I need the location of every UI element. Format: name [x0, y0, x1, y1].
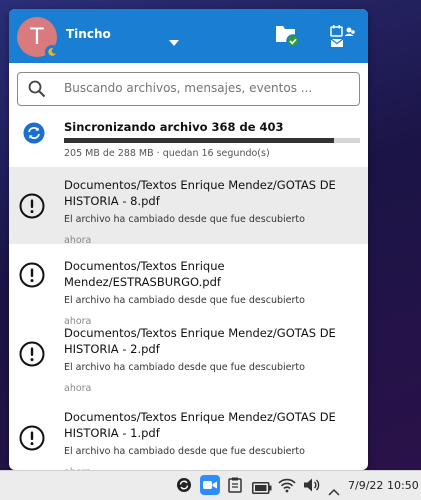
- username[interactable]: Tincho: [66, 27, 111, 41]
- calendar-mail-contacts-icon: [330, 25, 355, 47]
- activity-message: El archivo ha cambiado desde que fue des…: [64, 295, 305, 306]
- activity-message: El archivo ha cambiado desde que fue des…: [64, 362, 305, 373]
- chevron-up-icon[interactable]: [328, 481, 340, 500]
- avatar-letter: T: [30, 24, 44, 50]
- away-status-icon: [45, 45, 59, 59]
- apps-menu-button[interactable]: [330, 25, 356, 53]
- sync-progress-bar: [64, 138, 360, 143]
- activity-item[interactable]: Documentos/Textos Enrique Mendez/GOTAS D…: [9, 399, 368, 470]
- search-box[interactable]: [17, 72, 360, 106]
- nextcloud-popup: T Tincho Buscando archivos, mensajes, ev…: [9, 9, 368, 470]
- taskbar-date[interactable]: 7/9/22: [348, 479, 383, 492]
- taskbar: 7/9/22 10:50: [0, 470, 421, 500]
- sync-icon: [23, 122, 45, 148]
- warning-icon: [19, 262, 45, 292]
- search-input[interactable]: [64, 81, 344, 95]
- warning-icon: [19, 425, 45, 455]
- sync-title: Sincronizando archivo 368 de 403: [64, 120, 284, 134]
- battery-icon[interactable]: [252, 479, 272, 498]
- header-bar: T Tincho: [9, 9, 368, 63]
- warning-icon: [19, 341, 45, 371]
- taskbar-time[interactable]: 10:50: [387, 479, 419, 492]
- activity-message: El archivo ha cambiado desde que fue des…: [64, 214, 305, 225]
- open-folder-button[interactable]: [274, 23, 300, 51]
- chevron-down-icon[interactable]: [169, 31, 179, 50]
- warning-icon: [19, 193, 45, 223]
- clipboard-icon[interactable]: [228, 477, 242, 497]
- activity-item[interactable]: Documentos/Textos Enrique Mendez/ESTRASB…: [9, 244, 368, 327]
- volume-icon[interactable]: [303, 477, 321, 497]
- activity-time: ahora: [64, 383, 92, 394]
- activity-file: Documentos/Textos Enrique Mendez/GOTAS D…: [64, 410, 336, 440]
- folder-sync-ok-icon: [276, 26, 300, 48]
- activity-file: Documentos/Textos Enrique Mendez/GOTAS D…: [64, 178, 336, 208]
- nextcloud-tray-icon[interactable]: [176, 477, 192, 497]
- activity-message: El archivo ha cambiado desde que fue des…: [64, 446, 305, 457]
- sync-status: Sincronizando archivo 368 de 403 205 MB …: [9, 113, 368, 167]
- activity-item[interactable]: Documentos/Textos Enrique Mendez/GOTAS D…: [9, 167, 368, 246]
- wifi-icon[interactable]: [278, 477, 296, 497]
- sync-progress-fill: [64, 138, 335, 143]
- activity-file: Documentos/Textos Enrique Mendez/ESTRASB…: [64, 259, 225, 289]
- search-icon: [28, 80, 46, 102]
- activity-item[interactable]: Documentos/Textos Enrique Mendez/GOTAS D…: [9, 315, 368, 394]
- zoom-tray-icon[interactable]: [200, 475, 220, 499]
- sync-detail: 205 MB de 288 MB · quedan 16 segundo(s): [64, 148, 270, 159]
- activity-file: Documentos/Textos Enrique Mendez/GOTAS D…: [64, 326, 336, 356]
